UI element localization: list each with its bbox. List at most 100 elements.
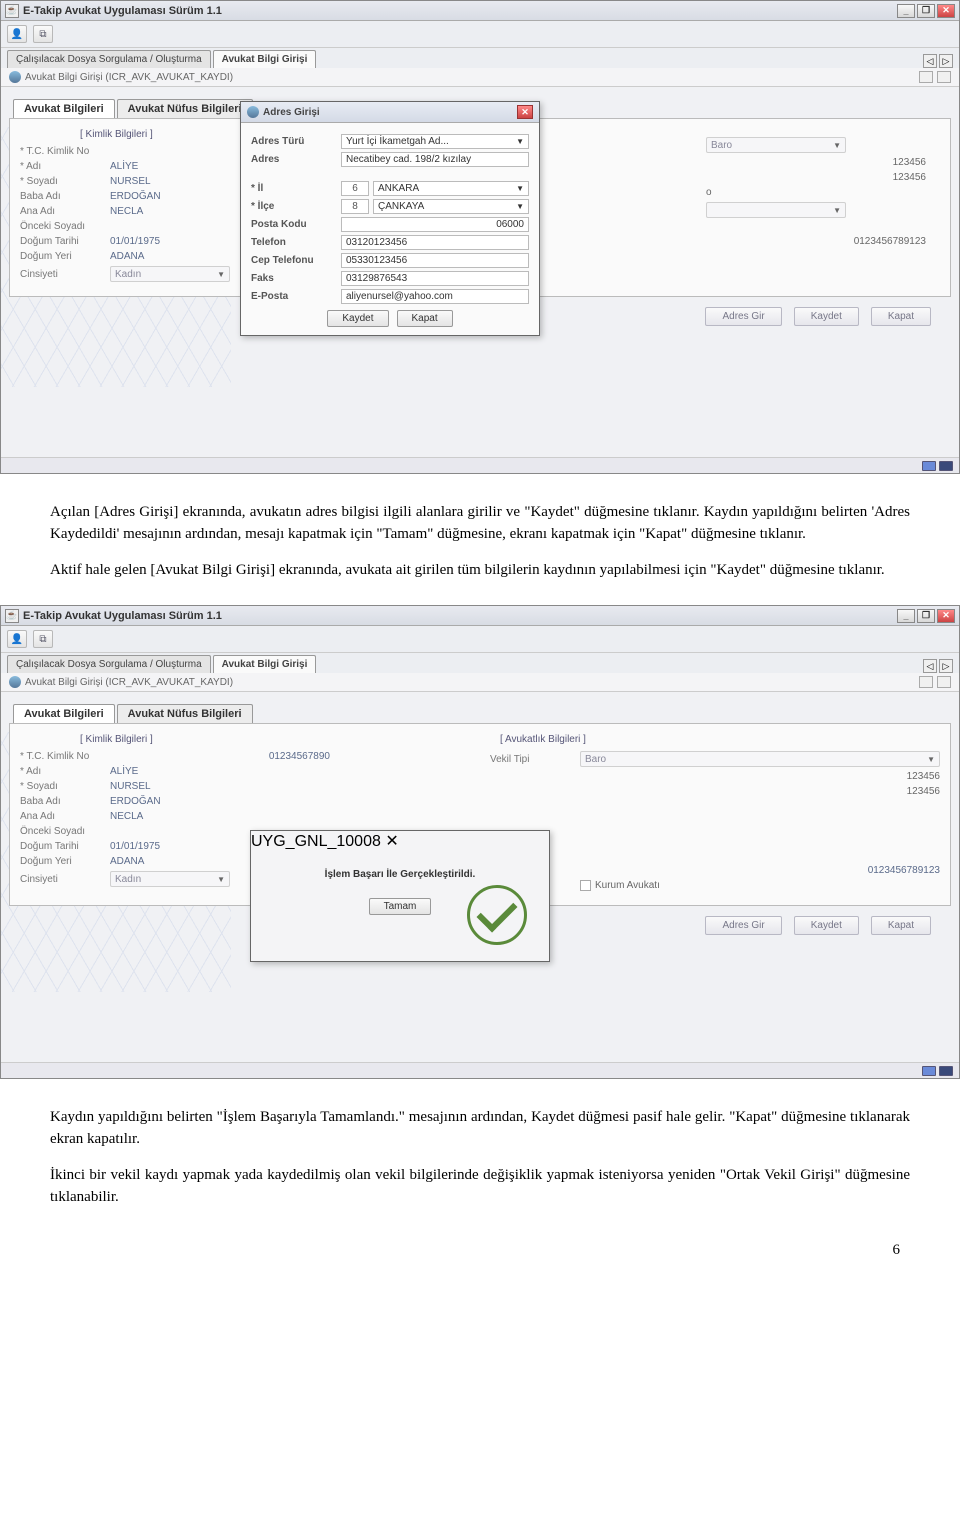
label-baba: Baba Adı — [20, 796, 110, 807]
select-vekil-tipi[interactable]: Baro▼ — [580, 751, 940, 767]
app-window-2: ☕ E-Takip Avukat Uygulaması Sürüm 1.1 _ … — [0, 605, 960, 1079]
maximize-button[interactable]: ❐ — [917, 609, 935, 623]
fieldset-kimlik: [ Kimlik Bilgileri ] — [80, 734, 480, 745]
paragraph: İkinci bir vekil kaydı yapmak yada kayde… — [50, 1165, 910, 1209]
value-tc: 01234567890 — [110, 751, 330, 762]
article-block-1: Açılan [Adres Girişi] ekranında, avukatı… — [0, 484, 960, 605]
tool-user-icon[interactable]: 👤 — [7, 630, 27, 648]
input-faks[interactable]: 03129876543 — [341, 271, 529, 286]
value-soyadi: NURSEL — [110, 781, 260, 792]
inner-tab-nufus-bilgileri[interactable]: Avukat Nüfus Bilgileri — [117, 704, 253, 723]
tab-nav-left[interactable]: ◁ — [923, 659, 937, 673]
form-panel: [ Kimlik Bilgileri ] * T.C. Kimlik No * … — [9, 118, 951, 297]
paragraph: Açılan [Adres Girişi] ekranında, avukatı… — [50, 502, 910, 546]
screen-path-bar: Avukat Bilgi Girişi (ICR_AVK_AVUKAT_KAYD… — [1, 68, 959, 87]
select-empty[interactable]: ▼ — [706, 202, 846, 218]
fieldset-avukatlik: [ Avukatlık Bilgileri ] — [500, 734, 940, 745]
adres-gir-button[interactable]: Adres Gir — [705, 307, 781, 326]
app-title: E-Takip Avukat Uygulaması Sürüm 1.1 — [23, 610, 222, 622]
label-cins: Cinsiyeti — [20, 269, 110, 280]
label-dtarih: Doğum Tarihi — [20, 841, 110, 852]
paragraph: Kaydın yapıldığını belirten "İşlem Başar… — [50, 1107, 910, 1151]
value-soyadi: NURSEL — [110, 176, 260, 187]
dialog-kaydet-button[interactable]: Kaydet — [327, 310, 388, 327]
tab-avukat-bilgi-girisi[interactable]: Avukat Bilgi Girişi — [213, 50, 317, 68]
value-dtarih: 01/01/1975 — [110, 841, 260, 852]
tab-nav-right[interactable]: ▷ — [939, 54, 953, 68]
input-telefon[interactable]: 03120123456 — [341, 235, 529, 250]
status-indicator-1 — [922, 1066, 936, 1076]
minimize-button[interactable]: _ — [897, 609, 915, 623]
label-telefon: Telefon — [251, 237, 341, 248]
tab-dosya-sorgulama[interactable]: Çalışılacak Dosya Sorgulama / Oluşturma — [7, 655, 211, 673]
value-adi: ALİYE — [110, 161, 260, 172]
select-il[interactable]: ANKARA▼ — [373, 181, 529, 196]
kapat-button[interactable]: Kapat — [871, 916, 931, 935]
status-indicator-2 — [939, 461, 953, 471]
screen-path-bar: Avukat Bilgi Girişi (ICR_AVK_AVUKAT_KAYD… — [1, 673, 959, 692]
inner-tab-avukat-bilgileri[interactable]: Avukat Bilgileri — [13, 99, 115, 118]
panel-close-icon[interactable] — [937, 676, 951, 688]
tab-nav-left[interactable]: ◁ — [923, 54, 937, 68]
page-number: 6 — [0, 1232, 960, 1259]
label-baba: Baba Adı — [20, 191, 110, 202]
input-adres[interactable]: Necatibey cad. 198/2 kızılay — [341, 152, 529, 167]
kaydet-button[interactable]: Kaydet — [794, 916, 859, 935]
input-eposta[interactable]: aliyenursel@yahoo.com — [341, 289, 529, 304]
maximize-button[interactable]: ❐ — [917, 4, 935, 18]
label-ana: Ana Adı — [20, 811, 110, 822]
label-cep: Cep Telefonu — [251, 255, 341, 266]
adres-gir-button[interactable]: Adres Gir — [705, 916, 781, 935]
select-ilce[interactable]: ÇANKAYA▼ — [373, 199, 529, 214]
select-baro[interactable]: Baro▼ — [706, 137, 846, 153]
dialog-success: UYG_GNL_10008 ✕ İşlem Başarı İle Gerçekl… — [250, 830, 550, 962]
work-area: Avukat Bilgileri Avukat Nüfus Bilgileri … — [1, 87, 959, 457]
tool-user-icon[interactable]: 👤 — [7, 25, 27, 43]
kaydet-button[interactable]: Kaydet — [794, 307, 859, 326]
value-vergi: 0123456789123 — [854, 236, 926, 247]
checkbox-kurum-avukati[interactable] — [580, 880, 591, 891]
tool-copy-icon[interactable]: ⧉ — [33, 25, 53, 43]
minimize-button[interactable]: _ — [897, 4, 915, 18]
value-adi: ALİYE — [110, 766, 260, 777]
input-posta[interactable]: 06000 — [341, 217, 529, 232]
window-close-button[interactable]: ✕ — [937, 4, 955, 18]
panel-restore-icon[interactable] — [919, 71, 933, 83]
dialog-titlebar: Adres Girişi ✕ — [241, 102, 539, 123]
app-title: E-Takip Avukat Uygulaması Sürüm 1.1 — [23, 5, 222, 17]
tab-dosya-sorgulama[interactable]: Çalışılacak Dosya Sorgulama / Oluşturma — [7, 50, 211, 68]
dialog-title-text: Adres Girişi — [263, 107, 320, 118]
select-adres-turu[interactable]: Yurt İçi İkametgah Ad...▼ — [341, 134, 529, 149]
dialog-close-button[interactable]: ✕ — [517, 105, 533, 119]
select-cinsiyet[interactable]: Kadın▼ — [110, 266, 230, 282]
document-tabs: Çalışılacak Dosya Sorgulama / Oluşturma … — [1, 653, 959, 673]
value-baba: ERDOĞAN — [110, 191, 260, 202]
label-adres: Adres — [251, 154, 341, 165]
dialog-close-button[interactable]: ✕ — [385, 833, 398, 850]
select-cinsiyet[interactable]: Kadın▼ — [110, 871, 230, 887]
label-adi: * Adı — [20, 161, 110, 172]
label-onceki: Önceki Soyadı — [20, 826, 110, 837]
tab-nav-right[interactable]: ▷ — [939, 659, 953, 673]
input-ilce-code[interactable]: 8 — [341, 199, 369, 214]
inner-tab-avukat-bilgileri[interactable]: Avukat Bilgileri — [13, 704, 115, 723]
input-cep[interactable]: 05330123456 — [341, 253, 529, 268]
label-il: * İl — [251, 183, 341, 194]
dialog-kapat-button[interactable]: Kapat — [397, 310, 453, 327]
input-il-code[interactable]: 6 — [341, 181, 369, 196]
titlebar: ☕ E-Takip Avukat Uygulaması Sürüm 1.1 _ … — [1, 1, 959, 21]
check-icon — [467, 885, 527, 945]
tamam-button[interactable]: Tamam — [369, 898, 432, 915]
label-ana: Ana Adı — [20, 206, 110, 217]
value-ana: NECLA — [110, 811, 260, 822]
tool-copy-icon[interactable]: ⧉ — [33, 630, 53, 648]
tab-avukat-bilgi-girisi[interactable]: Avukat Bilgi Girişi — [213, 655, 317, 673]
label-posta: Posta Kodu — [251, 219, 341, 230]
value-dyeri: ADANA — [110, 251, 260, 262]
label-dtarih: Doğum Tarihi — [20, 236, 110, 247]
panel-restore-icon[interactable] — [919, 676, 933, 688]
kapat-button[interactable]: Kapat — [871, 307, 931, 326]
panel-close-icon[interactable] — [937, 71, 951, 83]
inner-tab-nufus-bilgileri[interactable]: Avukat Nüfus Bilgileri — [117, 99, 253, 118]
window-close-button[interactable]: ✕ — [937, 609, 955, 623]
